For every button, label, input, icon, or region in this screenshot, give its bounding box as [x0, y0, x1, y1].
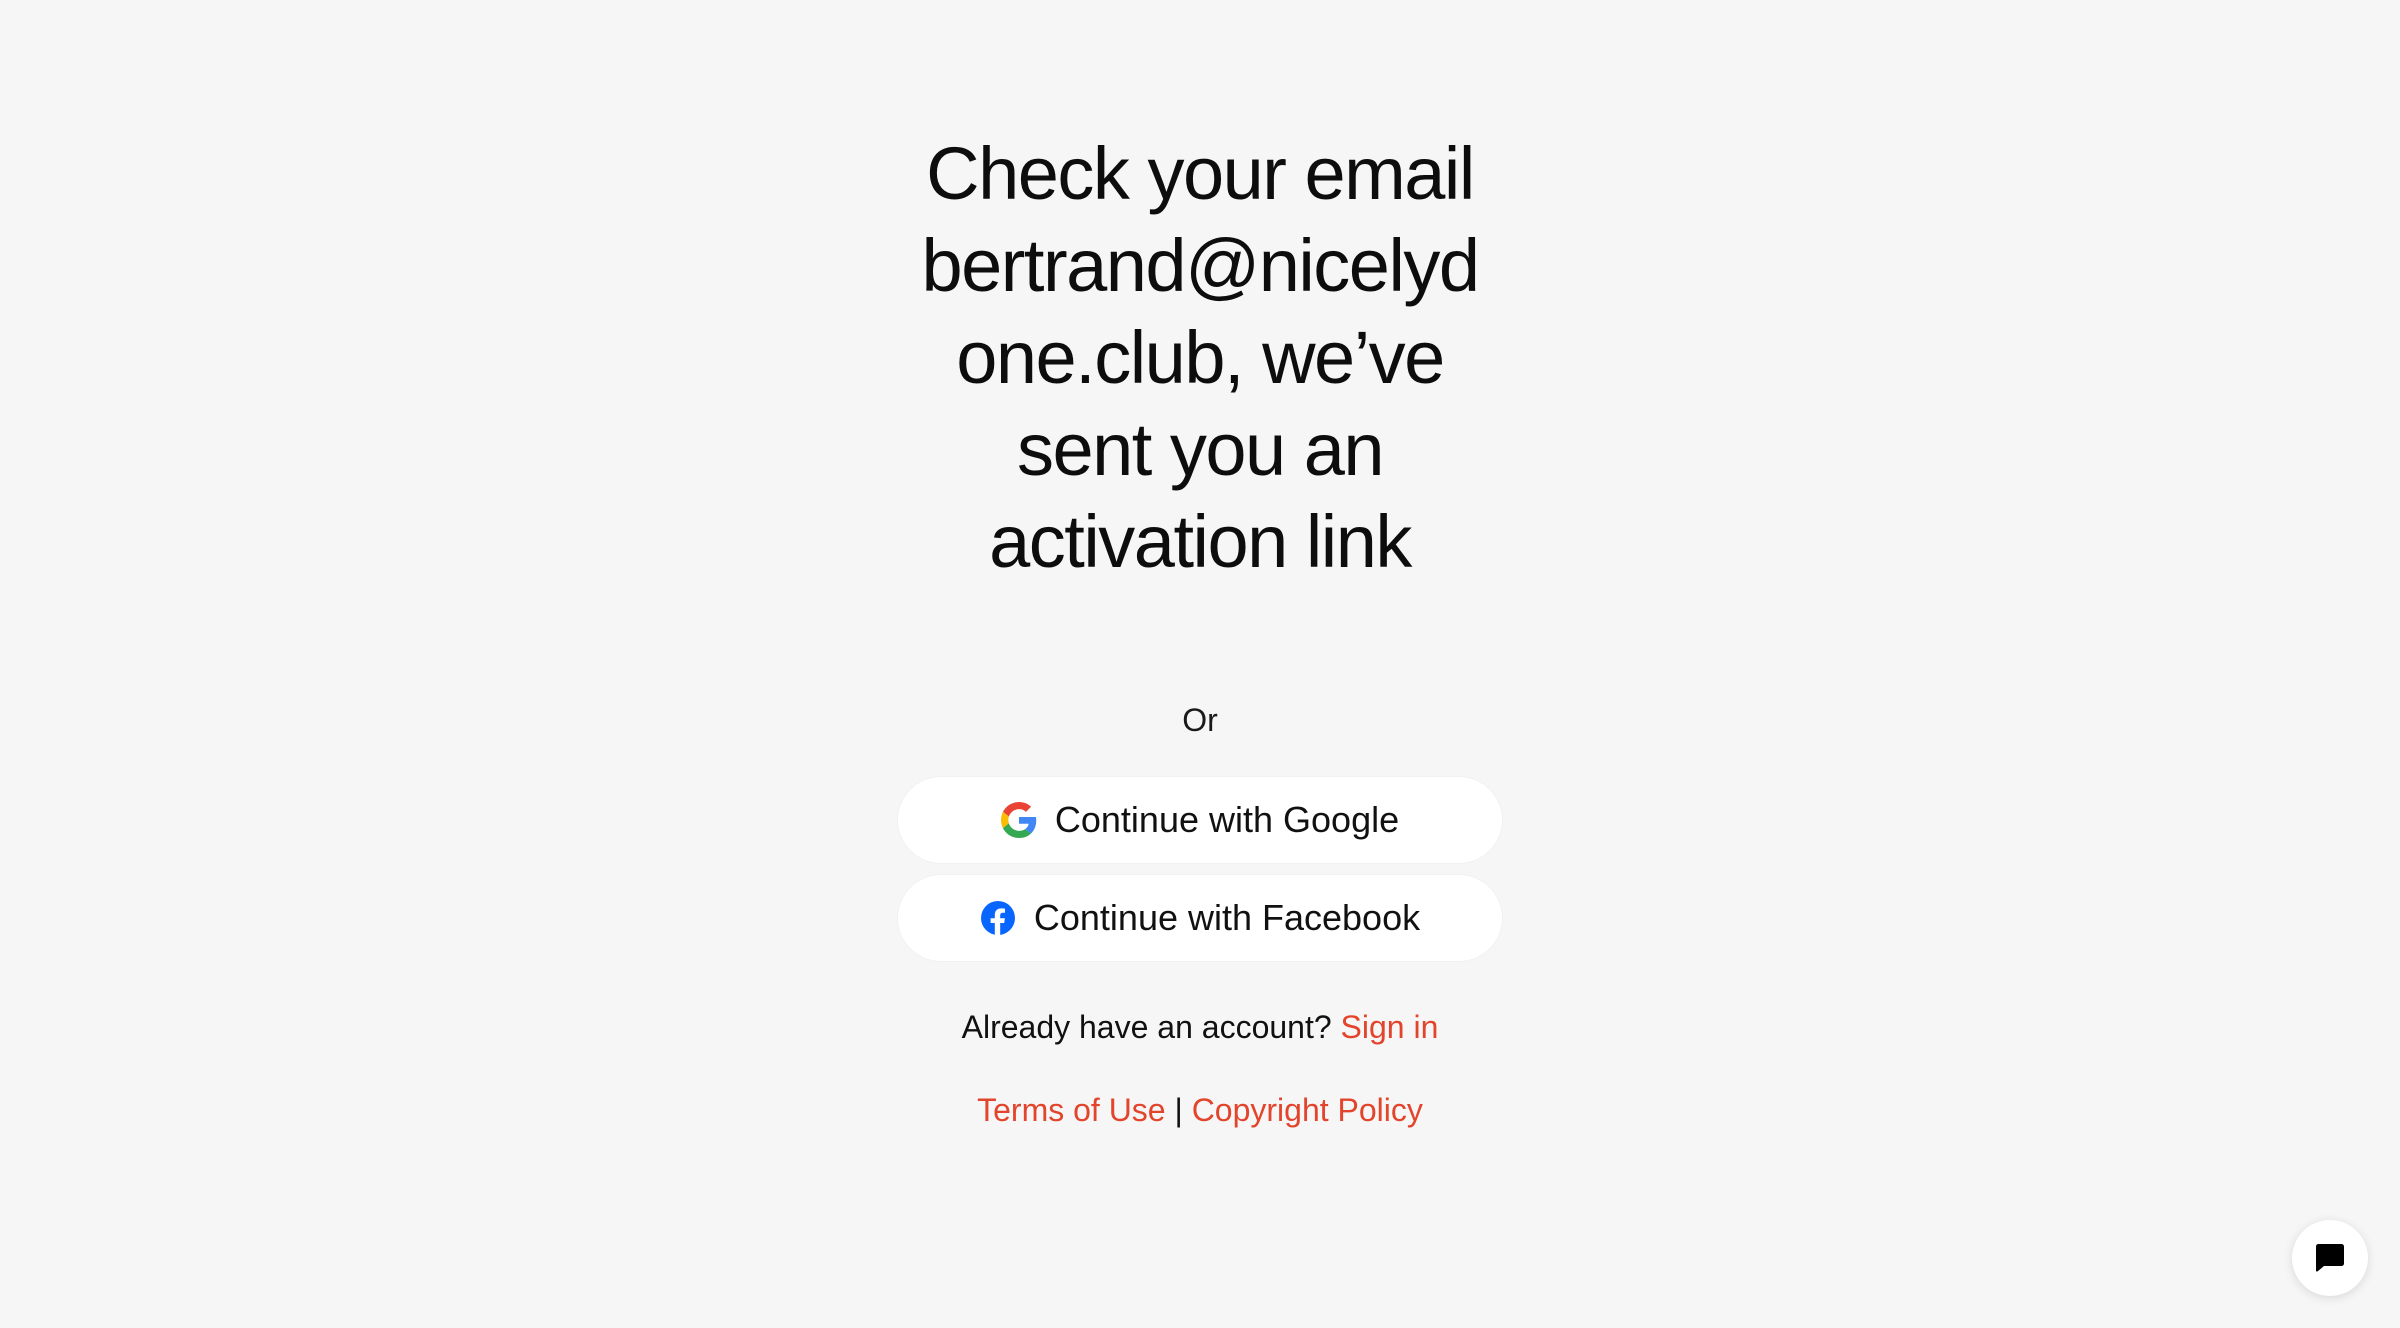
facebook-icon [980, 900, 1016, 936]
facebook-button-label: Continue with Facebook [1033, 897, 1421, 938]
or-divider-text: Or [1182, 702, 1218, 738]
heading-line-3: one.club, we’ve [956, 316, 1445, 399]
sign-in-link[interactable]: Sign in [1341, 1009, 1439, 1045]
legal-links-row: Terms of Use | Copyright Policy [800, 1089, 1600, 1131]
terms-of-use-link[interactable]: Terms of Use [977, 1092, 1165, 1128]
already-have-account-text: Already have an account? [961, 1009, 1332, 1045]
google-button-label: Continue with Google [1054, 799, 1400, 840]
heading-line-2: bertrand@nicelyd [921, 224, 1480, 307]
already-have-account-row: Already have an account? Sign in [800, 1006, 1600, 1048]
chat-launcher-button[interactable] [2292, 1220, 2368, 1296]
continue-with-google-button[interactable]: Continue with Google [898, 777, 1502, 863]
confirmation-heading: Check your email bertrand@nicelyd one.cl… [860, 128, 1540, 588]
heading-line-1: Check your email [926, 132, 1475, 215]
heading-line-4: sent you an [1016, 408, 1385, 491]
continue-with-facebook-button[interactable]: Continue with Facebook [898, 875, 1502, 961]
chat-bubble-icon [2310, 1238, 2350, 1278]
copyright-policy-link[interactable]: Copyright Policy [1192, 1092, 1423, 1128]
signup-confirmation-page: Check your email bertrand@nicelyd one.cl… [0, 0, 2400, 1328]
heading-line-5: activation link [989, 500, 1412, 583]
google-icon [1000, 802, 1037, 838]
legal-separator: | [1174, 1092, 1183, 1128]
